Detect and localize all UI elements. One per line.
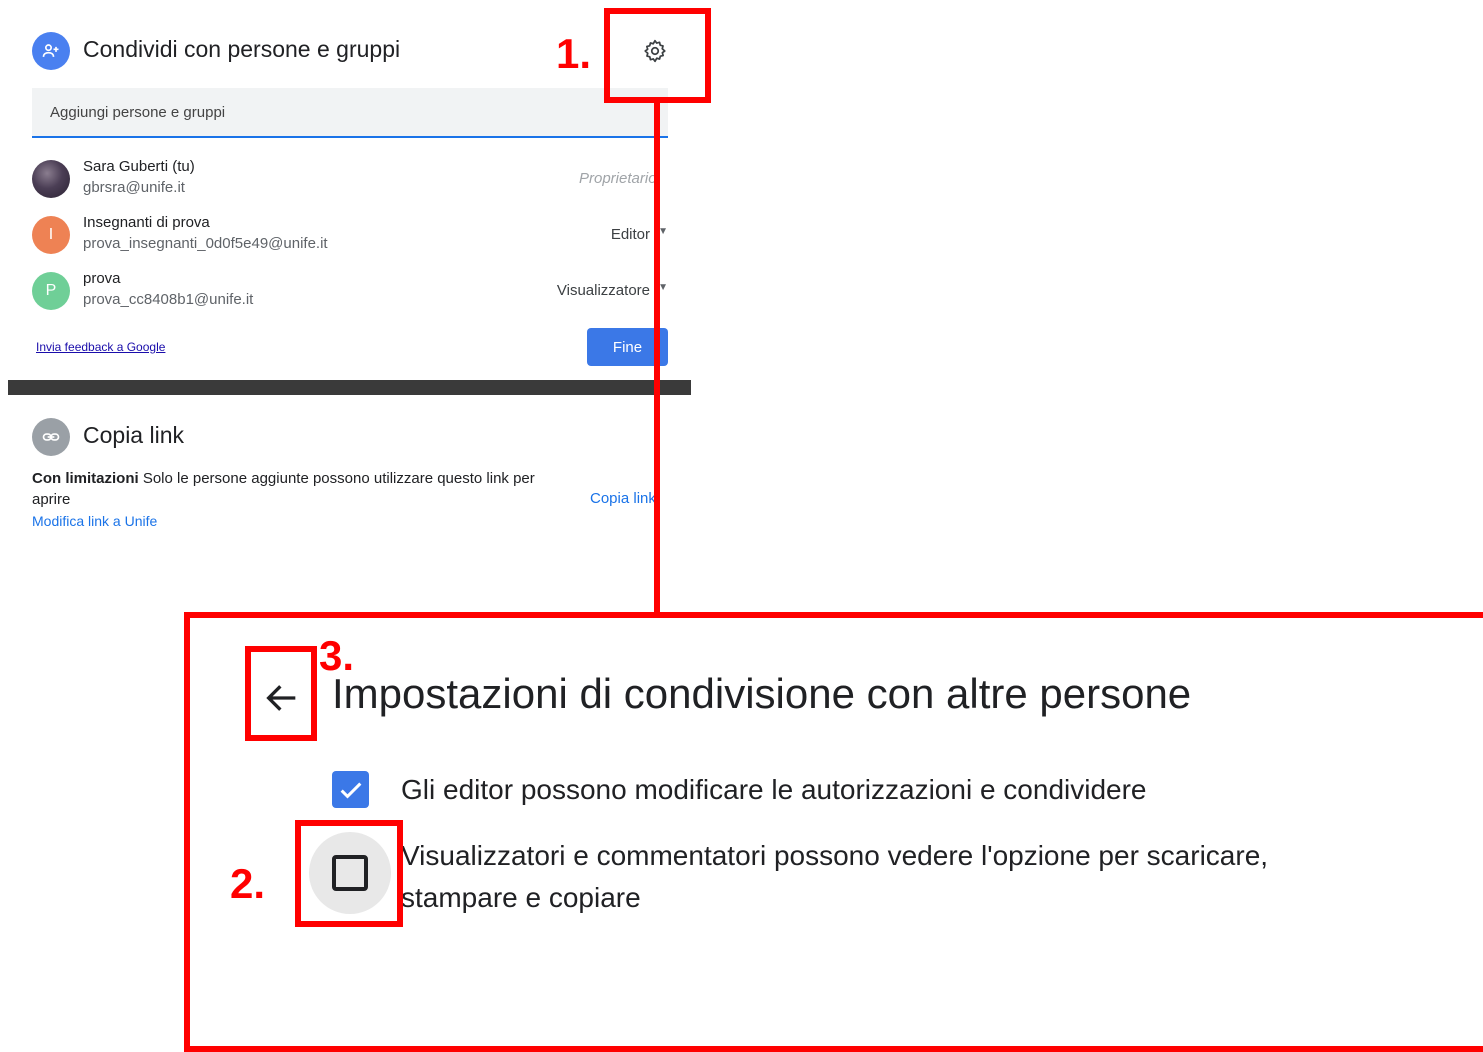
editors-can-share-label: Gli editor possono modificare le autoriz…: [401, 774, 1147, 805]
add-person-icon: [32, 32, 70, 70]
share-dialog-title: Condividi con persone e gruppi: [83, 36, 401, 62]
person-row-editor: I Insegnanti di prova prova_insegnanti_0…: [32, 214, 668, 260]
editors-can-share-checkbox[interactable]: [332, 771, 369, 808]
settings-title: Impostazioni di condivisione con altre p…: [332, 670, 1192, 717]
role-dropdown[interactable]: Visualizzatore: [557, 282, 650, 299]
add-people-input[interactable]: [32, 88, 668, 136]
back-arrow-icon[interactable]: [262, 678, 302, 718]
viewers-can-download-label: Visualizzatori e commentatori possono ve…: [401, 840, 1269, 913]
person-name: prova: [83, 270, 121, 287]
link-icon: [32, 418, 70, 456]
copy-link-title: Copia link: [83, 422, 184, 448]
person-name: Sara Guberti (tu): [83, 158, 195, 175]
gear-highlight-box: [604, 8, 711, 103]
avatar: [32, 160, 70, 198]
person-email: prova_insegnanti_0d0f5e49@unife.it: [83, 235, 328, 252]
person-row-viewer: P prova prova_cc8408b1@unife.it Visualiz…: [32, 270, 668, 316]
connector-line: [654, 100, 660, 618]
copy-link-button[interactable]: Copia link: [590, 490, 655, 507]
person-email: gbrsra@unife.it: [83, 179, 185, 196]
dialog-divider: [8, 380, 691, 395]
add-people-field-container: [32, 88, 668, 138]
link-restriction-text: Con limitazioni Solo le persone aggiunte…: [32, 468, 562, 510]
avatar: P: [32, 272, 70, 310]
person-name: Insegnanti di prova: [83, 214, 210, 231]
step-label-1: 1.: [556, 30, 592, 77]
person-row-owner: Sara Guberti (tu) gbrsra@unife.it Propri…: [32, 158, 668, 204]
send-feedback-link[interactable]: Invia feedback a Google: [36, 340, 165, 354]
modify-link-button[interactable]: Modifica link a Unife: [32, 513, 157, 529]
avatar: I: [32, 216, 70, 254]
role-dropdown[interactable]: Editor: [611, 226, 650, 243]
person-email: prova_cc8408b1@unife.it: [83, 291, 254, 308]
restriction-level: Con limitazioni: [32, 470, 139, 487]
checkbox-highlight-box: [295, 820, 403, 927]
step-label-2: 2.: [230, 860, 266, 907]
